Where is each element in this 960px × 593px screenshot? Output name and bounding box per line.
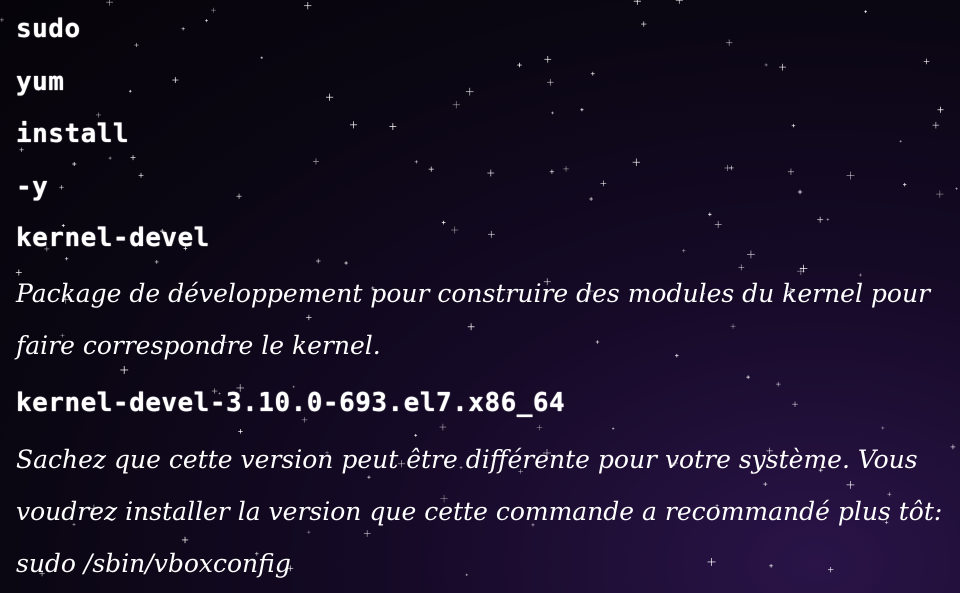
command-word-install: install xyxy=(16,119,130,149)
command-word-yum: yum xyxy=(16,67,65,97)
star xyxy=(238,429,243,434)
star xyxy=(441,220,446,225)
star xyxy=(764,63,768,67)
star xyxy=(923,58,930,65)
star xyxy=(451,226,459,234)
star xyxy=(817,216,824,223)
star xyxy=(746,375,750,379)
star xyxy=(128,89,132,93)
star xyxy=(304,2,312,10)
star xyxy=(349,121,358,129)
star xyxy=(325,93,334,101)
star xyxy=(389,123,397,130)
star xyxy=(729,165,734,171)
star xyxy=(452,101,460,109)
star xyxy=(881,426,885,430)
star xyxy=(549,169,555,174)
star xyxy=(955,187,958,190)
star xyxy=(154,259,159,264)
star xyxy=(172,77,179,84)
star xyxy=(138,172,144,178)
star xyxy=(106,0,114,6)
star xyxy=(130,155,136,161)
star xyxy=(681,248,686,253)
star xyxy=(675,0,683,4)
star xyxy=(714,220,722,228)
star xyxy=(72,161,77,167)
star xyxy=(487,169,495,177)
package-description: Package de développement pour construire… xyxy=(16,279,931,360)
star xyxy=(937,106,944,113)
star xyxy=(600,180,607,187)
star xyxy=(414,160,419,164)
star xyxy=(465,87,474,96)
star xyxy=(899,140,902,143)
star xyxy=(724,164,731,172)
star xyxy=(315,258,321,264)
star xyxy=(775,381,781,387)
star xyxy=(708,212,712,217)
star xyxy=(950,444,956,450)
star xyxy=(236,193,242,199)
star xyxy=(95,112,102,118)
star xyxy=(632,158,641,166)
version-note: Sachez que cette version peut être diffé… xyxy=(16,445,943,578)
star xyxy=(547,79,554,86)
command-word-flag: -y xyxy=(16,172,49,202)
star xyxy=(0,17,4,22)
star xyxy=(344,261,348,265)
star xyxy=(210,7,216,13)
star xyxy=(791,123,796,128)
star xyxy=(846,171,855,180)
star xyxy=(439,423,447,431)
star xyxy=(580,108,584,112)
star xyxy=(551,111,554,115)
star xyxy=(487,230,495,238)
star xyxy=(641,21,647,27)
star xyxy=(544,55,552,63)
command-word-package: kernel-devel xyxy=(16,223,210,253)
star xyxy=(312,158,319,165)
star xyxy=(108,156,112,160)
star xyxy=(590,71,595,76)
command-word-sudo: sudo xyxy=(16,14,81,44)
star xyxy=(181,27,185,31)
star xyxy=(59,185,64,190)
star xyxy=(787,168,795,175)
star xyxy=(936,190,944,198)
star xyxy=(428,166,434,172)
star xyxy=(864,10,868,14)
star xyxy=(726,39,733,46)
star xyxy=(826,218,830,221)
star xyxy=(611,427,615,430)
star xyxy=(205,19,209,23)
star xyxy=(64,257,69,261)
kernel-version: kernel-devel-3.10.0-693.el7.x86_64 xyxy=(16,388,566,418)
star xyxy=(589,197,593,201)
star xyxy=(563,166,569,172)
star xyxy=(932,121,940,129)
star xyxy=(536,424,543,431)
star xyxy=(746,250,755,259)
star xyxy=(797,189,803,195)
star xyxy=(517,62,522,68)
star xyxy=(134,43,139,48)
star xyxy=(902,182,907,187)
star xyxy=(792,401,798,407)
star xyxy=(260,56,263,59)
star xyxy=(633,0,641,5)
star xyxy=(779,63,786,71)
